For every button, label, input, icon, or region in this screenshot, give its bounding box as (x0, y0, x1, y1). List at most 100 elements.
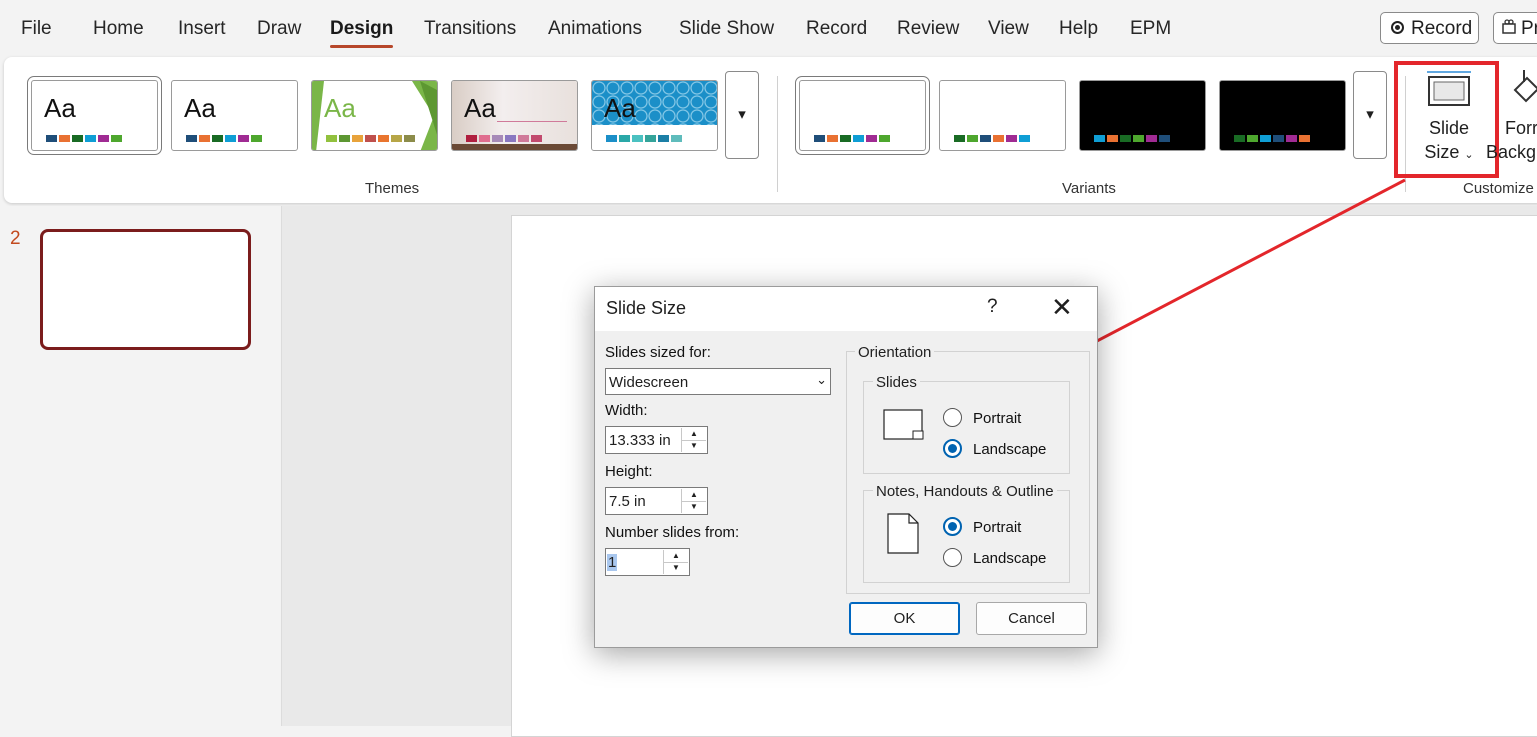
color-swatch (98, 135, 109, 142)
ok-button[interactable]: OK (849, 602, 960, 635)
color-swatch (518, 135, 529, 142)
color-swatch (879, 135, 890, 142)
notes-portrait-radio[interactable] (943, 517, 962, 536)
dialog-titlebar: Slide Size ? ✕ (595, 287, 1097, 331)
notes-landscape-radio[interactable] (943, 548, 962, 567)
menu-bar: File Home Insert Draw Design Transitions… (0, 0, 1537, 58)
spin-down-icon[interactable]: ▼ (682, 501, 706, 513)
help-icon[interactable]: ? (987, 296, 998, 318)
height-stepper[interactable]: 7.5 in ▲ ▼ (605, 487, 708, 515)
variant-thumbnail[interactable] (939, 80, 1066, 151)
color-swatch (391, 135, 402, 142)
color-swatch (827, 135, 838, 142)
color-swatch (1094, 135, 1105, 142)
tab-record[interactable]: Record (806, 18, 867, 40)
variant-color-swatches (1234, 135, 1310, 142)
width-stepper[interactable]: 13.333 in ▲ ▼ (605, 426, 708, 454)
tab-view[interactable]: View (988, 18, 1029, 40)
tab-help[interactable]: Help (1059, 18, 1098, 40)
tab-home[interactable]: Home (93, 18, 144, 40)
color-swatch (954, 135, 965, 142)
theme-preview-text: Aa (184, 93, 216, 123)
spin-down-icon[interactable]: ▼ (664, 562, 688, 574)
slides-sized-for-label: Slides sized for: (605, 344, 711, 361)
theme-thumbnail[interactable]: Aa (591, 80, 718, 151)
format-background-button[interactable]: Forr Backgr (1486, 62, 1537, 176)
variants-group-label: Variants (1062, 180, 1116, 197)
color-swatch (466, 135, 477, 142)
color-swatch (251, 135, 262, 142)
tab-epm[interactable]: EPM (1130, 18, 1171, 40)
close-icon[interactable]: ✕ (1051, 293, 1073, 321)
theme-preview-text: Aa (604, 93, 636, 123)
present-button[interactable]: Pr (1493, 12, 1537, 44)
number-slides-from-value: 1 (607, 554, 618, 571)
chevron-down-icon: ⌄ (816, 372, 827, 387)
slides-sized-for-select[interactable]: Widescreen ⌄ (605, 368, 831, 395)
tab-slide-show[interactable]: Slide Show (679, 18, 774, 40)
color-swatch (1247, 135, 1258, 142)
color-swatch (619, 135, 630, 142)
color-swatch (479, 135, 490, 142)
theme-thumbnail[interactable]: Aa (311, 80, 438, 151)
height-value: 7.5 in (609, 493, 646, 510)
color-swatch (671, 135, 682, 142)
height-spin-buttons[interactable]: ▲ ▼ (681, 489, 706, 513)
variant-color-swatches (1094, 135, 1170, 142)
slides-portrait-radio[interactable] (943, 408, 962, 427)
landscape-page-icon (883, 409, 924, 440)
color-swatch (505, 135, 516, 142)
orientation-label: Orientation (855, 344, 935, 361)
color-swatch (531, 135, 542, 142)
color-swatch (85, 135, 96, 142)
variant-thumbnail[interactable] (795, 76, 930, 155)
slide-thumbnail[interactable] (40, 229, 251, 350)
color-swatch (326, 135, 337, 142)
tab-transitions[interactable]: Transitions (424, 18, 516, 40)
color-swatch (111, 135, 122, 142)
color-swatch (404, 135, 415, 142)
slides-portrait-label: Portrait (973, 410, 1022, 427)
variant-thumbnail[interactable] (1219, 80, 1346, 151)
tab-file[interactable]: File (21, 18, 52, 40)
variant-thumbnail[interactable] (1079, 80, 1206, 151)
portrait-page-icon (887, 513, 919, 554)
theme-thumbnail[interactable]: Aa (451, 80, 578, 151)
theme-thumbnail[interactable]: Aa (171, 80, 298, 151)
chevron-down-icon: ▾ (738, 106, 746, 123)
variant-color-swatches (954, 135, 1030, 142)
color-swatch (632, 135, 643, 142)
color-swatch (46, 135, 57, 142)
paint-bucket-icon (1513, 70, 1537, 103)
number-spin-buttons[interactable]: ▲ ▼ (663, 550, 688, 574)
spin-down-icon[interactable]: ▼ (682, 440, 706, 452)
theme-thumbnail[interactable]: Aa (27, 76, 162, 155)
theme-color-swatches (46, 135, 122, 142)
tab-review[interactable]: Review (897, 18, 959, 40)
slides-landscape-label: Landscape (973, 441, 1047, 458)
color-swatch (1133, 135, 1144, 142)
cancel-button[interactable]: Cancel (976, 602, 1087, 635)
color-swatch (814, 135, 825, 142)
tab-insert[interactable]: Insert (178, 18, 226, 40)
tab-design[interactable]: Design (330, 18, 394, 48)
tab-animations[interactable]: Animations (548, 18, 642, 40)
color-swatch (1260, 135, 1271, 142)
slides-landscape-radio[interactable] (943, 439, 962, 458)
width-spin-buttons[interactable]: ▲ ▼ (681, 428, 706, 452)
variants-more-button[interactable]: ▾ (1353, 71, 1387, 159)
color-swatch (980, 135, 991, 142)
tab-draw[interactable]: Draw (257, 18, 301, 40)
record-button[interactable]: Record (1380, 12, 1479, 44)
themes-more-button[interactable]: ▾ (725, 71, 759, 159)
theme-color-swatches (326, 135, 415, 142)
color-swatch (645, 135, 656, 142)
color-swatch (186, 135, 197, 142)
color-swatch (238, 135, 249, 142)
color-swatch (352, 135, 363, 142)
color-swatch (1299, 135, 1310, 142)
chevron-down-icon: ▾ (1366, 106, 1374, 123)
number-slides-from-stepper[interactable]: 1 ▲ ▼ (605, 548, 690, 576)
number-slides-from-label: Number slides from: (605, 524, 740, 541)
themes-group-label: Themes (365, 180, 420, 197)
